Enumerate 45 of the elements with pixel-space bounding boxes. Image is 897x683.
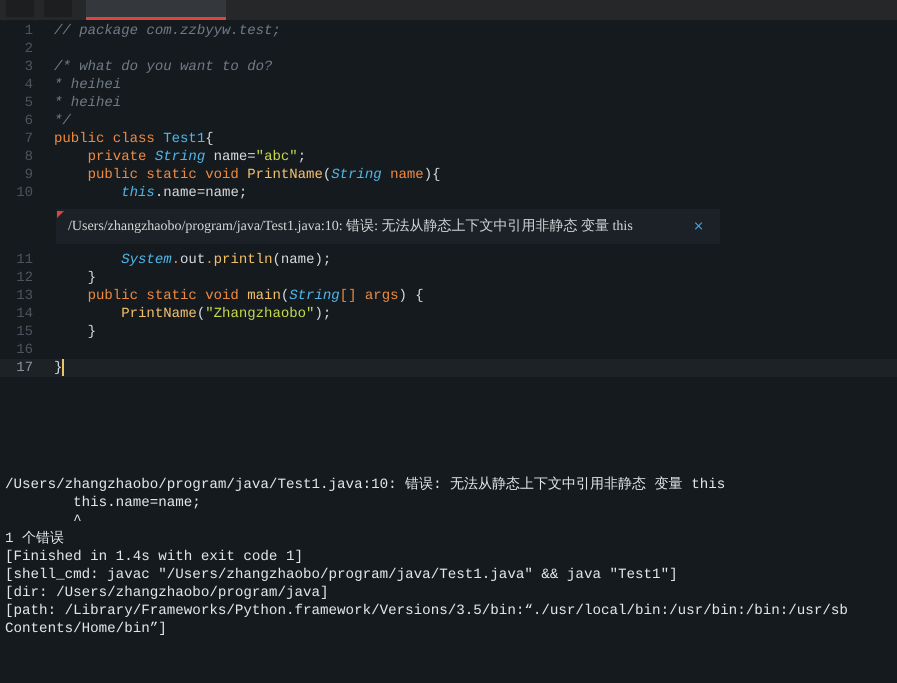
code-line: * heihei [54,95,122,111]
output-line: 1 个错误 [5,531,64,547]
line-number: 6 [24,113,33,129]
line-number: 2 [24,41,33,57]
line-number: 9 [24,167,33,183]
close-button[interactable]: × [689,216,708,236]
line-number: 3 [24,59,33,75]
code-line: } [86,324,96,340]
output-line: /Users/zhangzhaobo/program/java/Test1.java:10: 错误: 无法从静态上下文中引用非静态 变量 this [5,477,726,493]
line-number: 16 [16,342,33,358]
text-cursor [62,359,64,376]
line-number: 14 [16,306,33,322]
output-line: Contents/Home/bin”] [5,621,167,637]
code-line: PrintName("Zhangzhaobo"); [120,306,332,322]
code-line: public static void PrintName(String name){ [86,167,441,183]
output-line: [shell_cmd: javac "/Users/zhangzhaobo/program/java/Test1.java" && java "Test1"] [5,567,678,583]
code-line: public static void main(String[] args) { [86,288,424,304]
error-message: /Users/zhangzhaobo/program/java/Test1.java:10: 错误: 无法从静态上下文中引用非静态 变量 this [68,217,633,236]
line-number: 10 [16,185,33,201]
code-line: // package com.zzbyyw.test; [54,23,281,39]
code-line: } [54,360,62,376]
output-line: ^ [72,513,82,529]
line-number: 17 [16,360,33,376]
output-line: [Finished in 1.4s with exit code 1] [5,549,303,565]
line-number: 4 [24,77,33,93]
code-line: } [86,270,96,286]
output-line: [dir: /Users/zhangzhaobo/program/java] [5,585,329,601]
code-line: private String name="abc"; [86,149,306,165]
code-line: this.name=name; [120,185,248,201]
line-number: 1 [24,23,33,39]
line-number: 11 [16,252,33,268]
output-line: [path: /Library/Frameworks/Python.framework/Versions/3.5/bin:“./usr/local/bin:/usr/bin:/bin:/usr/sb [5,603,848,619]
line-number: 7 [24,131,33,147]
code-line: /* what do you want to do? [54,59,272,75]
output-line: this.name=name; [72,495,201,511]
line-number: 5 [24,95,33,111]
code-line: System.out.println(name); [120,252,332,268]
line-number: 15 [16,324,33,340]
line-number: 12 [16,270,33,286]
code-line: public class Test1{ [54,131,214,147]
code-line: */ [54,113,71,129]
line-number: 13 [16,288,33,304]
line-number: 8 [24,149,33,165]
code-line: * heihei [54,77,122,93]
tab[interactable] [86,0,226,20]
